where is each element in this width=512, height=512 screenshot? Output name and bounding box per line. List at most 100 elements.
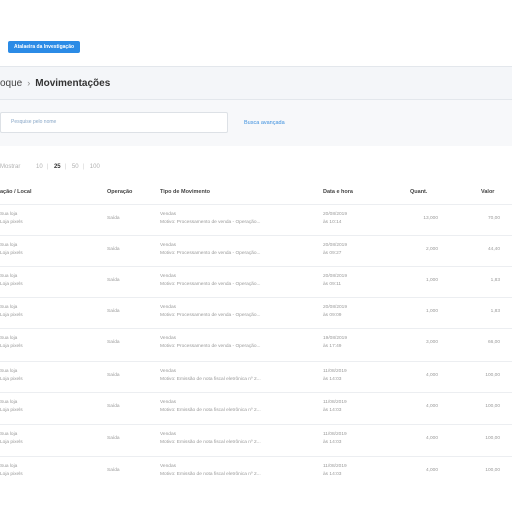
row-movement-reason: Motivo: Processamento de venda - Operaçã… [160, 220, 261, 225]
row-movement-type: Vendas [160, 212, 177, 217]
row-value: 44,40 [487, 247, 500, 252]
table-row[interactable]: Sua loja Loja pixels Saída Vendas Motivo: Em… [0, 424, 512, 455]
breadcrumb: oque › Movimentações [0, 78, 110, 89]
row-quantity: 3,000 [425, 340, 438, 345]
row-value: 70,00 [487, 216, 500, 221]
row-date: 20/08/2019 [323, 212, 348, 217]
row-local-name: Sua loja [0, 336, 18, 341]
row-quantity: 4,000 [425, 468, 438, 473]
row-operation: Saída [107, 404, 120, 409]
row-quantity: 4,000 [425, 373, 438, 378]
column-header-operacao[interactable]: Operação [107, 189, 132, 195]
row-date: 20/08/2019 [323, 305, 348, 310]
table-header: ação / Local Operação Tipo de Movimento … [0, 184, 512, 202]
row-movement-type: Vendas [160, 243, 177, 248]
row-date: 11/08/2019 [323, 400, 347, 405]
breadcrumb-bar: oque › Movimentações [0, 66, 512, 100]
row-movement-type: Vendas [160, 400, 177, 405]
advanced-search-link[interactable]: Busca avançada [244, 120, 285, 126]
row-time: às 17:49 [323, 344, 342, 349]
search-input[interactable]: Pesquise pelo nome [0, 112, 228, 133]
row-quantity: 13,000 [423, 216, 438, 221]
row-value: 66,00 [487, 340, 500, 345]
row-value: 100,00 [485, 373, 500, 378]
row-value: 1,83 [490, 309, 500, 314]
row-operation: Saída [107, 247, 120, 252]
row-movement-type: Vendas [160, 274, 177, 279]
row-movement-reason: Motivo: Processamento de venda - Operaçã… [160, 282, 261, 287]
breadcrumb-separator-icon: › [27, 78, 31, 88]
table-row[interactable]: Sua loja Loja pixels Saída Vendas Motivo: Em… [0, 456, 512, 487]
row-local-detail: Loja pixels [0, 377, 23, 382]
search-placeholder: Pesquise pelo nome [11, 119, 57, 125]
table-row[interactable]: Sua loja Loja pixels Saída Vendas Motivo: Pr… [0, 297, 512, 328]
row-time: às 10:14 [323, 220, 342, 225]
column-header-local[interactable]: ação / Local [0, 189, 32, 195]
row-date: 19/08/2019 [323, 336, 348, 341]
row-movement-reason: Motivo: Processamento de venda - Operaçã… [160, 313, 261, 318]
column-header-data[interactable]: Data e hora [323, 189, 353, 195]
page-size-option-50[interactable]: 50 [72, 164, 79, 170]
table-row[interactable]: Sua loja Loja pixels Saída Vendas Motivo: Pr… [0, 204, 512, 235]
row-time: às 09:09 [323, 313, 342, 318]
row-date: 11/08/2019 [323, 464, 347, 469]
top-bar: Atalaeira da Investigação [0, 0, 512, 66]
table-row[interactable]: Sua loja Loja pixels Saída Vendas Motivo: Em… [0, 392, 512, 423]
row-value: 100,00 [485, 468, 500, 473]
row-local-detail: Loja pixels [0, 220, 23, 225]
row-quantity: 1,000 [425, 309, 438, 314]
row-local-name: Sua loja [0, 369, 18, 374]
row-movement-type: Vendas [160, 464, 177, 469]
row-quantity: 4,000 [425, 404, 438, 409]
row-date: 20/08/2019 [323, 243, 348, 248]
row-local-name: Sua loja [0, 464, 18, 469]
breadcrumb-parent-link[interactable]: oque [0, 78, 22, 89]
row-local-detail: Loja pixels [0, 472, 23, 477]
row-value: 1,83 [490, 278, 500, 283]
row-movement-reason: Motivo: Emissão de nota fiscal eletrônic… [160, 408, 261, 413]
row-movement-type: Vendas [160, 369, 177, 374]
page-size-selector: Mostrar 10 | 25 | 50 | 100 [0, 164, 100, 170]
row-operation: Saída [107, 340, 120, 345]
table-row[interactable]: Sua loja Loja pixels Saída Vendas Motivo: Em… [0, 361, 512, 392]
column-header-valor[interactable]: Valor [481, 189, 494, 195]
table-row[interactable]: Sua loja Loja pixels Saída Vendas Motivo: Pr… [0, 235, 512, 266]
row-time: às 14:03 [323, 377, 342, 382]
page-size-option-10[interactable]: 10 [36, 164, 43, 170]
row-local-detail: Loja pixels [0, 440, 23, 445]
header-badge-button[interactable]: Atalaeira da Investigação [8, 41, 81, 53]
row-time: às 09:11 [323, 282, 342, 287]
page-title: Movimentações [35, 78, 111, 89]
row-movement-reason: Motivo: Emissão de nota fiscal eletrônic… [160, 472, 261, 477]
page-size-option-100[interactable]: 100 [90, 164, 100, 170]
row-time: às 14:03 [323, 440, 342, 445]
row-value: 100,00 [485, 436, 500, 441]
table-row[interactable]: Sua loja Loja pixels Saída Vendas Motivo: Pr… [0, 266, 512, 297]
row-operation: Saída [107, 468, 120, 473]
row-date: 20/08/2019 [323, 274, 348, 279]
table-row[interactable]: Sua loja Loja pixels Saída Vendas Motivo: Pr… [0, 328, 512, 359]
row-date: 11/08/2019 [323, 432, 347, 437]
page-size-option-25[interactable]: 25 [54, 164, 61, 170]
column-header-tipo[interactable]: Tipo de Movimento [160, 189, 210, 195]
row-movement-type: Vendas [160, 305, 177, 310]
row-operation: Saída [107, 309, 120, 314]
row-value: 100,00 [485, 404, 500, 409]
row-movement-reason: Motivo: Processamento de venda - Operaçã… [160, 251, 261, 256]
row-movement-reason: Motivo: Emissão de nota fiscal eletrônic… [160, 377, 261, 382]
row-quantity: 1,000 [425, 278, 438, 283]
row-time: às 09:27 [323, 251, 342, 256]
column-header-quantidade[interactable]: Quant. [410, 189, 427, 195]
row-operation: Saída [107, 216, 120, 221]
row-date: 11/08/2019 [323, 369, 347, 374]
row-local-detail: Loja pixels [0, 313, 23, 318]
row-quantity: 4,000 [425, 436, 438, 441]
row-local-name: Sua loja [0, 274, 18, 279]
row-local-name: Sua loja [0, 212, 18, 217]
row-movement-type: Vendas [160, 336, 177, 341]
page-size-label: Mostrar [0, 164, 21, 170]
row-local-name: Sua loja [0, 432, 18, 437]
row-local-detail: Loja pixels [0, 344, 23, 349]
row-local-detail: Loja pixels [0, 408, 23, 413]
row-quantity: 2,000 [425, 247, 438, 252]
